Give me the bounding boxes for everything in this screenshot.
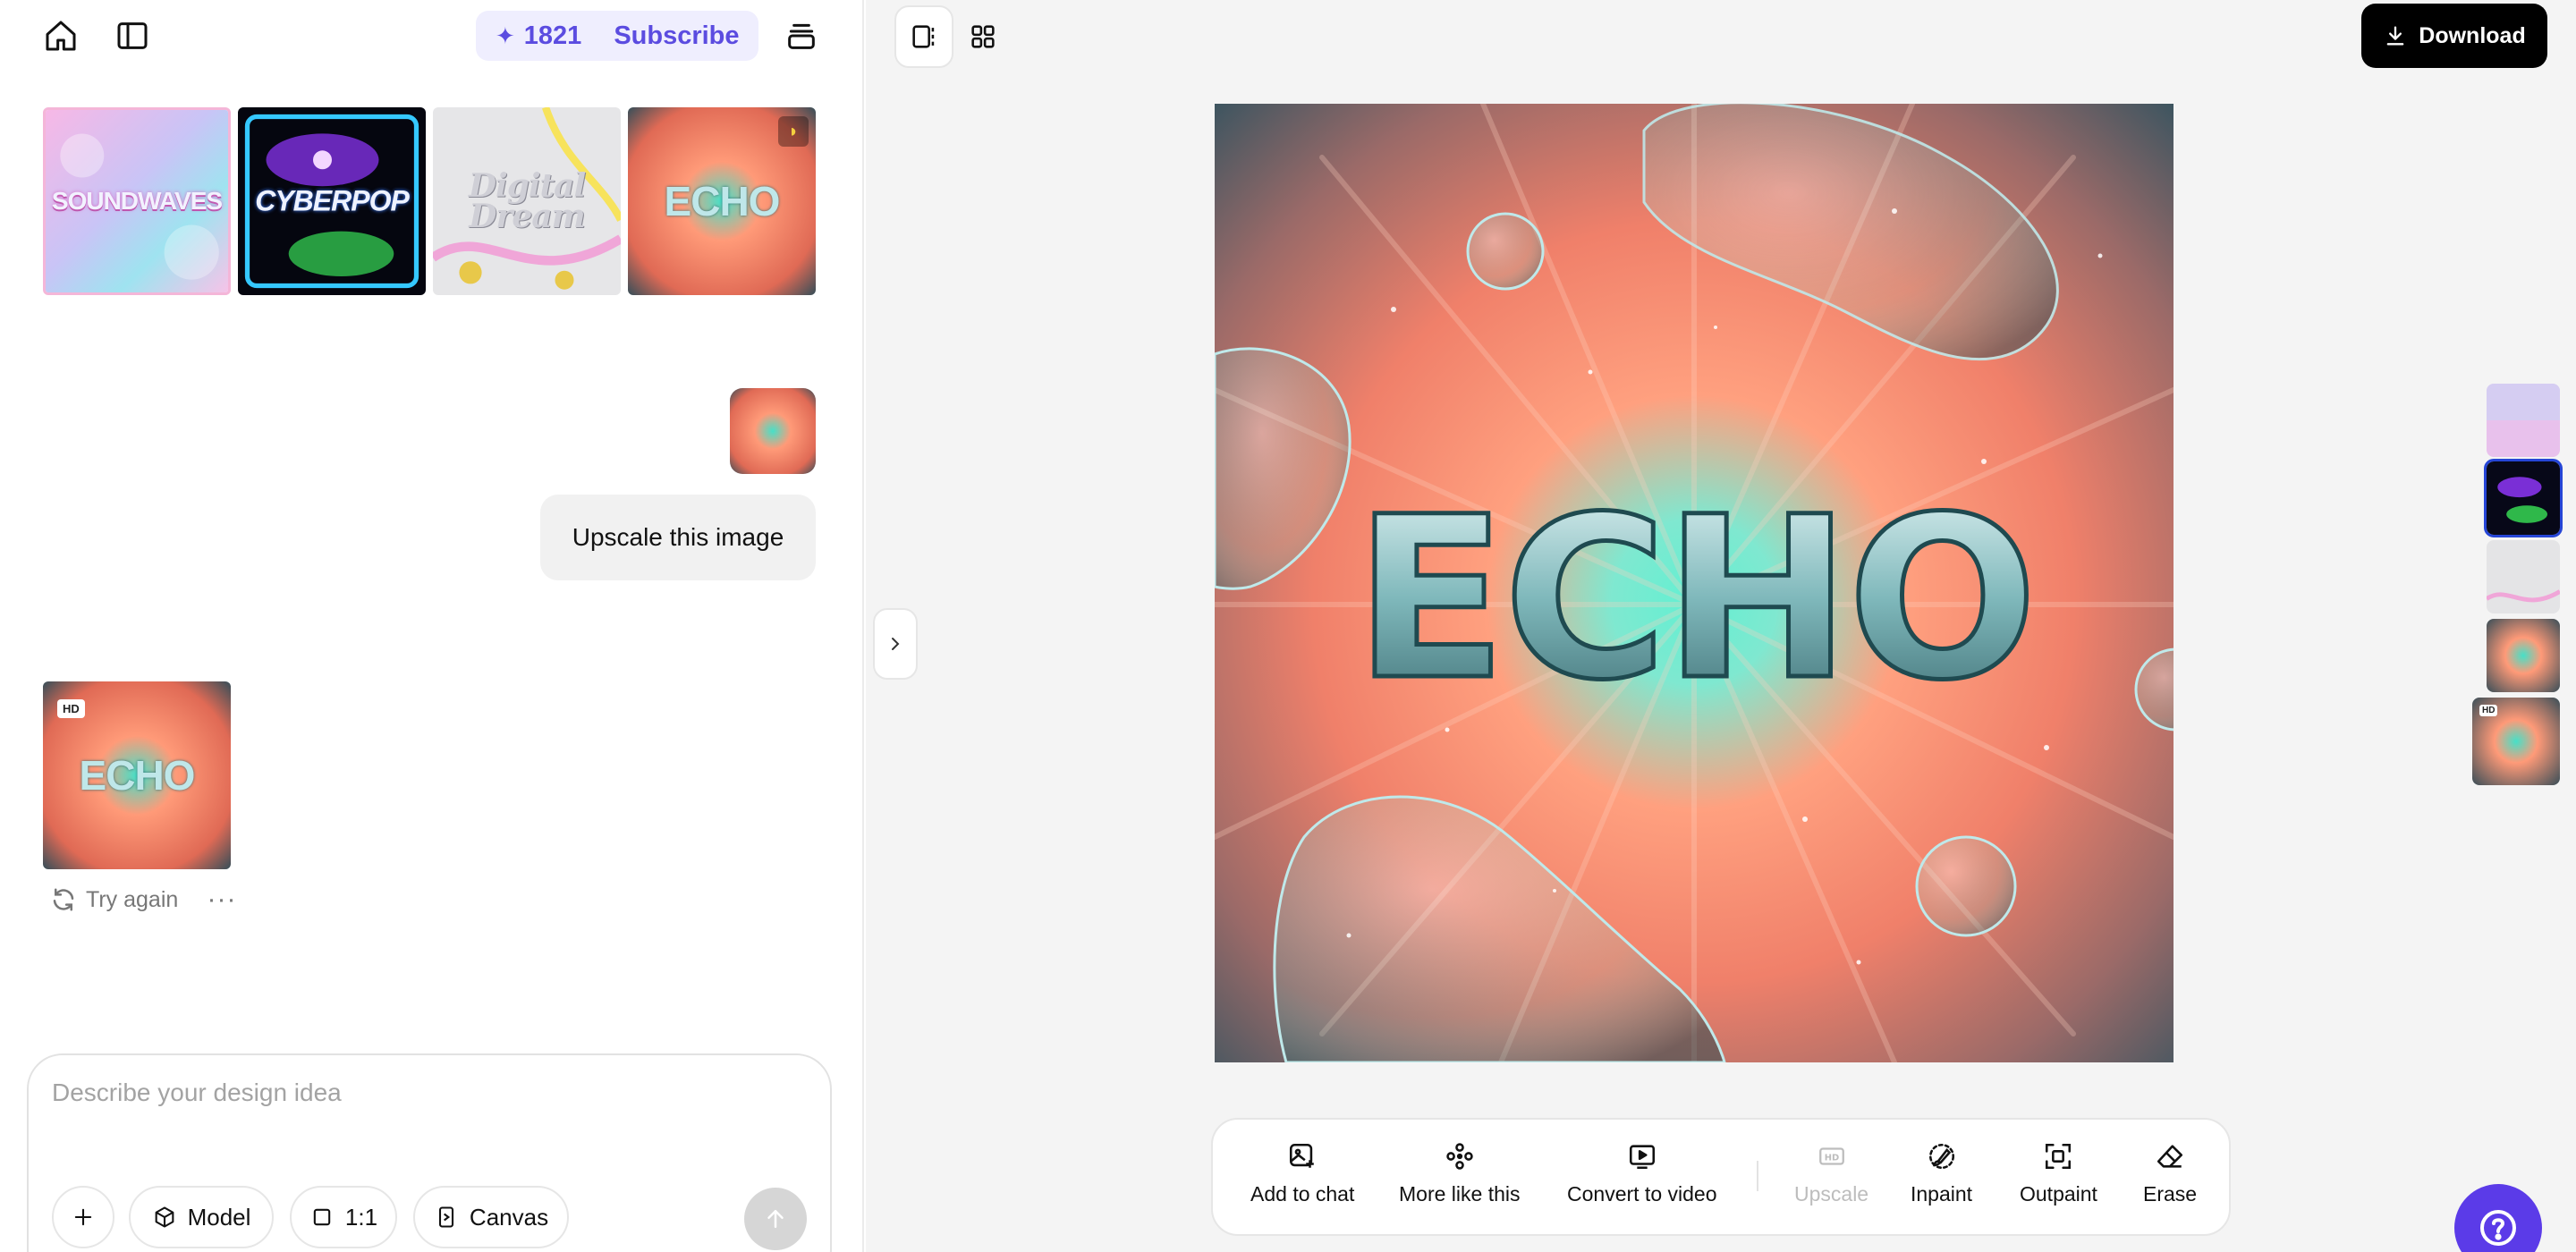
add-attachment-button[interactable] — [52, 1186, 114, 1248]
model-label: Model — [187, 1203, 251, 1231]
erase-button[interactable]: Erase — [2143, 1141, 2197, 1222]
brush-icon — [1928, 1143, 1954, 1170]
canvas-button[interactable]: Canvas — [413, 1186, 569, 1248]
grid-view-button[interactable] — [953, 5, 1013, 68]
more-dots-icon: ··· — [207, 884, 237, 914]
digital-dream-image — [2487, 540, 2560, 613]
toolbar-divider — [1757, 1161, 1758, 1191]
question-icon — [2480, 1210, 2516, 1246]
gallery-thumb-echo[interactable]: ECHO ◗ — [628, 107, 816, 295]
square-icon — [313, 1208, 331, 1226]
image-add-icon — [1290, 1143, 1314, 1168]
hd-icon: HD — [1818, 1147, 1844, 1165]
cube-icon — [155, 1206, 174, 1228]
expand-icon — [2046, 1143, 2072, 1170]
soundwaves-image — [2487, 384, 2560, 457]
erase-label: Erase — [2143, 1182, 2198, 1205]
cyberpop-text: CYBERPOP — [255, 184, 410, 217]
svg-text:HD: HD — [1824, 1153, 1839, 1163]
arrow-up-icon — [767, 1210, 784, 1228]
more-like-this-button[interactable]: More like this — [1399, 1141, 1520, 1222]
refresh-icon — [53, 888, 74, 911]
echo-text: ECHO — [664, 178, 781, 224]
gallery-thumb-cyberpop[interactable]: CYBERPOP — [238, 107, 426, 295]
add-to-chat-label: Add to chat — [1250, 1182, 1355, 1205]
collapse-panel-button[interactable] — [873, 608, 918, 680]
more-options-button[interactable]: ··· — [206, 884, 238, 916]
convert-to-video-button[interactable]: Convert to video — [1567, 1141, 1716, 1222]
echo-image — [730, 388, 816, 474]
download-button[interactable]: Download — [2361, 4, 2547, 68]
try-again-label: Try again — [86, 886, 179, 912]
shapes-icon — [1446, 1143, 1473, 1170]
subscribe-link[interactable]: Subscribe — [614, 21, 739, 51]
sidebar-icon — [117, 22, 148, 49]
upscale-label: Upscale — [1794, 1182, 1869, 1205]
chevron-right-icon — [892, 638, 900, 650]
home-icon — [46, 21, 76, 51]
main-preview-image[interactable]: ECHO — [1215, 104, 2174, 1062]
aspect-ratio-button[interactable]: 1:1 — [290, 1186, 397, 1248]
hd-badge: HD — [2479, 705, 2498, 716]
single-view-button[interactable] — [894, 5, 954, 68]
add-to-chat-button[interactable]: Add to chat — [1250, 1141, 1354, 1222]
side-thumb-echo[interactable] — [2487, 619, 2560, 692]
outpaint-button[interactable]: Outpaint — [2020, 1141, 2097, 1222]
model-button[interactable]: Model — [129, 1186, 274, 1248]
inpaint-button[interactable]: Inpaint — [1911, 1141, 1972, 1222]
plus-icon — [74, 1208, 92, 1226]
convert-to-video-label: Convert to video — [1567, 1182, 1717, 1205]
user-attached-image[interactable] — [730, 388, 816, 474]
prompt-input[interactable] — [52, 1079, 803, 1159]
stack-icon — [788, 23, 815, 49]
credits-subscribe-pill[interactable]: ✦ 1821 Subscribe — [476, 11, 758, 61]
eraser-icon — [2157, 1145, 2183, 1168]
grid-icon — [971, 25, 995, 48]
result-image[interactable]: ECHO HD — [43, 681, 231, 869]
digital-dream-text: Digital Dream — [468, 166, 586, 235]
send-button[interactable] — [744, 1188, 807, 1250]
user-message-text: Upscale this image — [572, 523, 784, 551]
chat-panel: ✦ 1821 Subscribe SOUNDWAVES CYBERPOP Dig… — [0, 0, 864, 1252]
prompt-composer: Model 1:1 Canvas — [27, 1053, 832, 1252]
download-icon — [2386, 26, 2404, 46]
echo-artwork: ECHO — [1215, 104, 2174, 1062]
home-button[interactable] — [34, 9, 88, 63]
panel-view-icon — [912, 25, 935, 48]
side-thumb-cyberpop[interactable] — [2484, 459, 2563, 537]
canvas-icon — [438, 1206, 453, 1228]
echo-title-text: ECHO — [1354, 469, 2034, 729]
video-icon — [1629, 1145, 1655, 1170]
toggle-sidebar-button[interactable] — [106, 9, 159, 63]
image-action-toolbar: Add to chat More like this Convert to vi… — [1211, 1118, 2231, 1236]
upscale-button[interactable]: HD Upscale — [1794, 1141, 1868, 1222]
canvas-label: Canvas — [469, 1203, 549, 1231]
side-thumb-soundwaves[interactable] — [2487, 384, 2560, 457]
soundwaves-text: SOUNDWAVES — [51, 187, 223, 215]
side-thumb-digital-dream[interactable] — [2487, 540, 2560, 613]
download-label: Download — [2419, 22, 2526, 48]
more-like-this-label: More like this — [1399, 1182, 1521, 1205]
echo-image — [2487, 619, 2560, 692]
user-message-bubble: Upscale this image — [540, 495, 816, 580]
inpaint-label: Inpaint — [1911, 1182, 1973, 1205]
aspect-ratio-label: 1:1 — [344, 1203, 378, 1231]
outpaint-label: Outpaint — [2020, 1182, 2097, 1205]
banana-badge-icon: ◗ — [778, 116, 809, 147]
try-again-button[interactable]: Try again — [50, 882, 178, 918]
history-stack-button[interactable] — [775, 9, 828, 63]
cyberpop-image — [2487, 461, 2560, 535]
echo-text: ECHO — [79, 752, 196, 799]
gallery-thumb-soundwaves[interactable]: SOUNDWAVES — [43, 107, 231, 295]
gallery-thumb-digital-dream[interactable]: Digital Dream — [433, 107, 621, 295]
view-toggle — [894, 5, 1013, 68]
hd-badge: HD — [57, 699, 85, 718]
sparkle-icon: ✦ — [496, 21, 515, 49]
side-thumb-echo-hd[interactable]: HD — [2472, 698, 2560, 785]
credits-count: 1821 — [523, 21, 582, 50]
